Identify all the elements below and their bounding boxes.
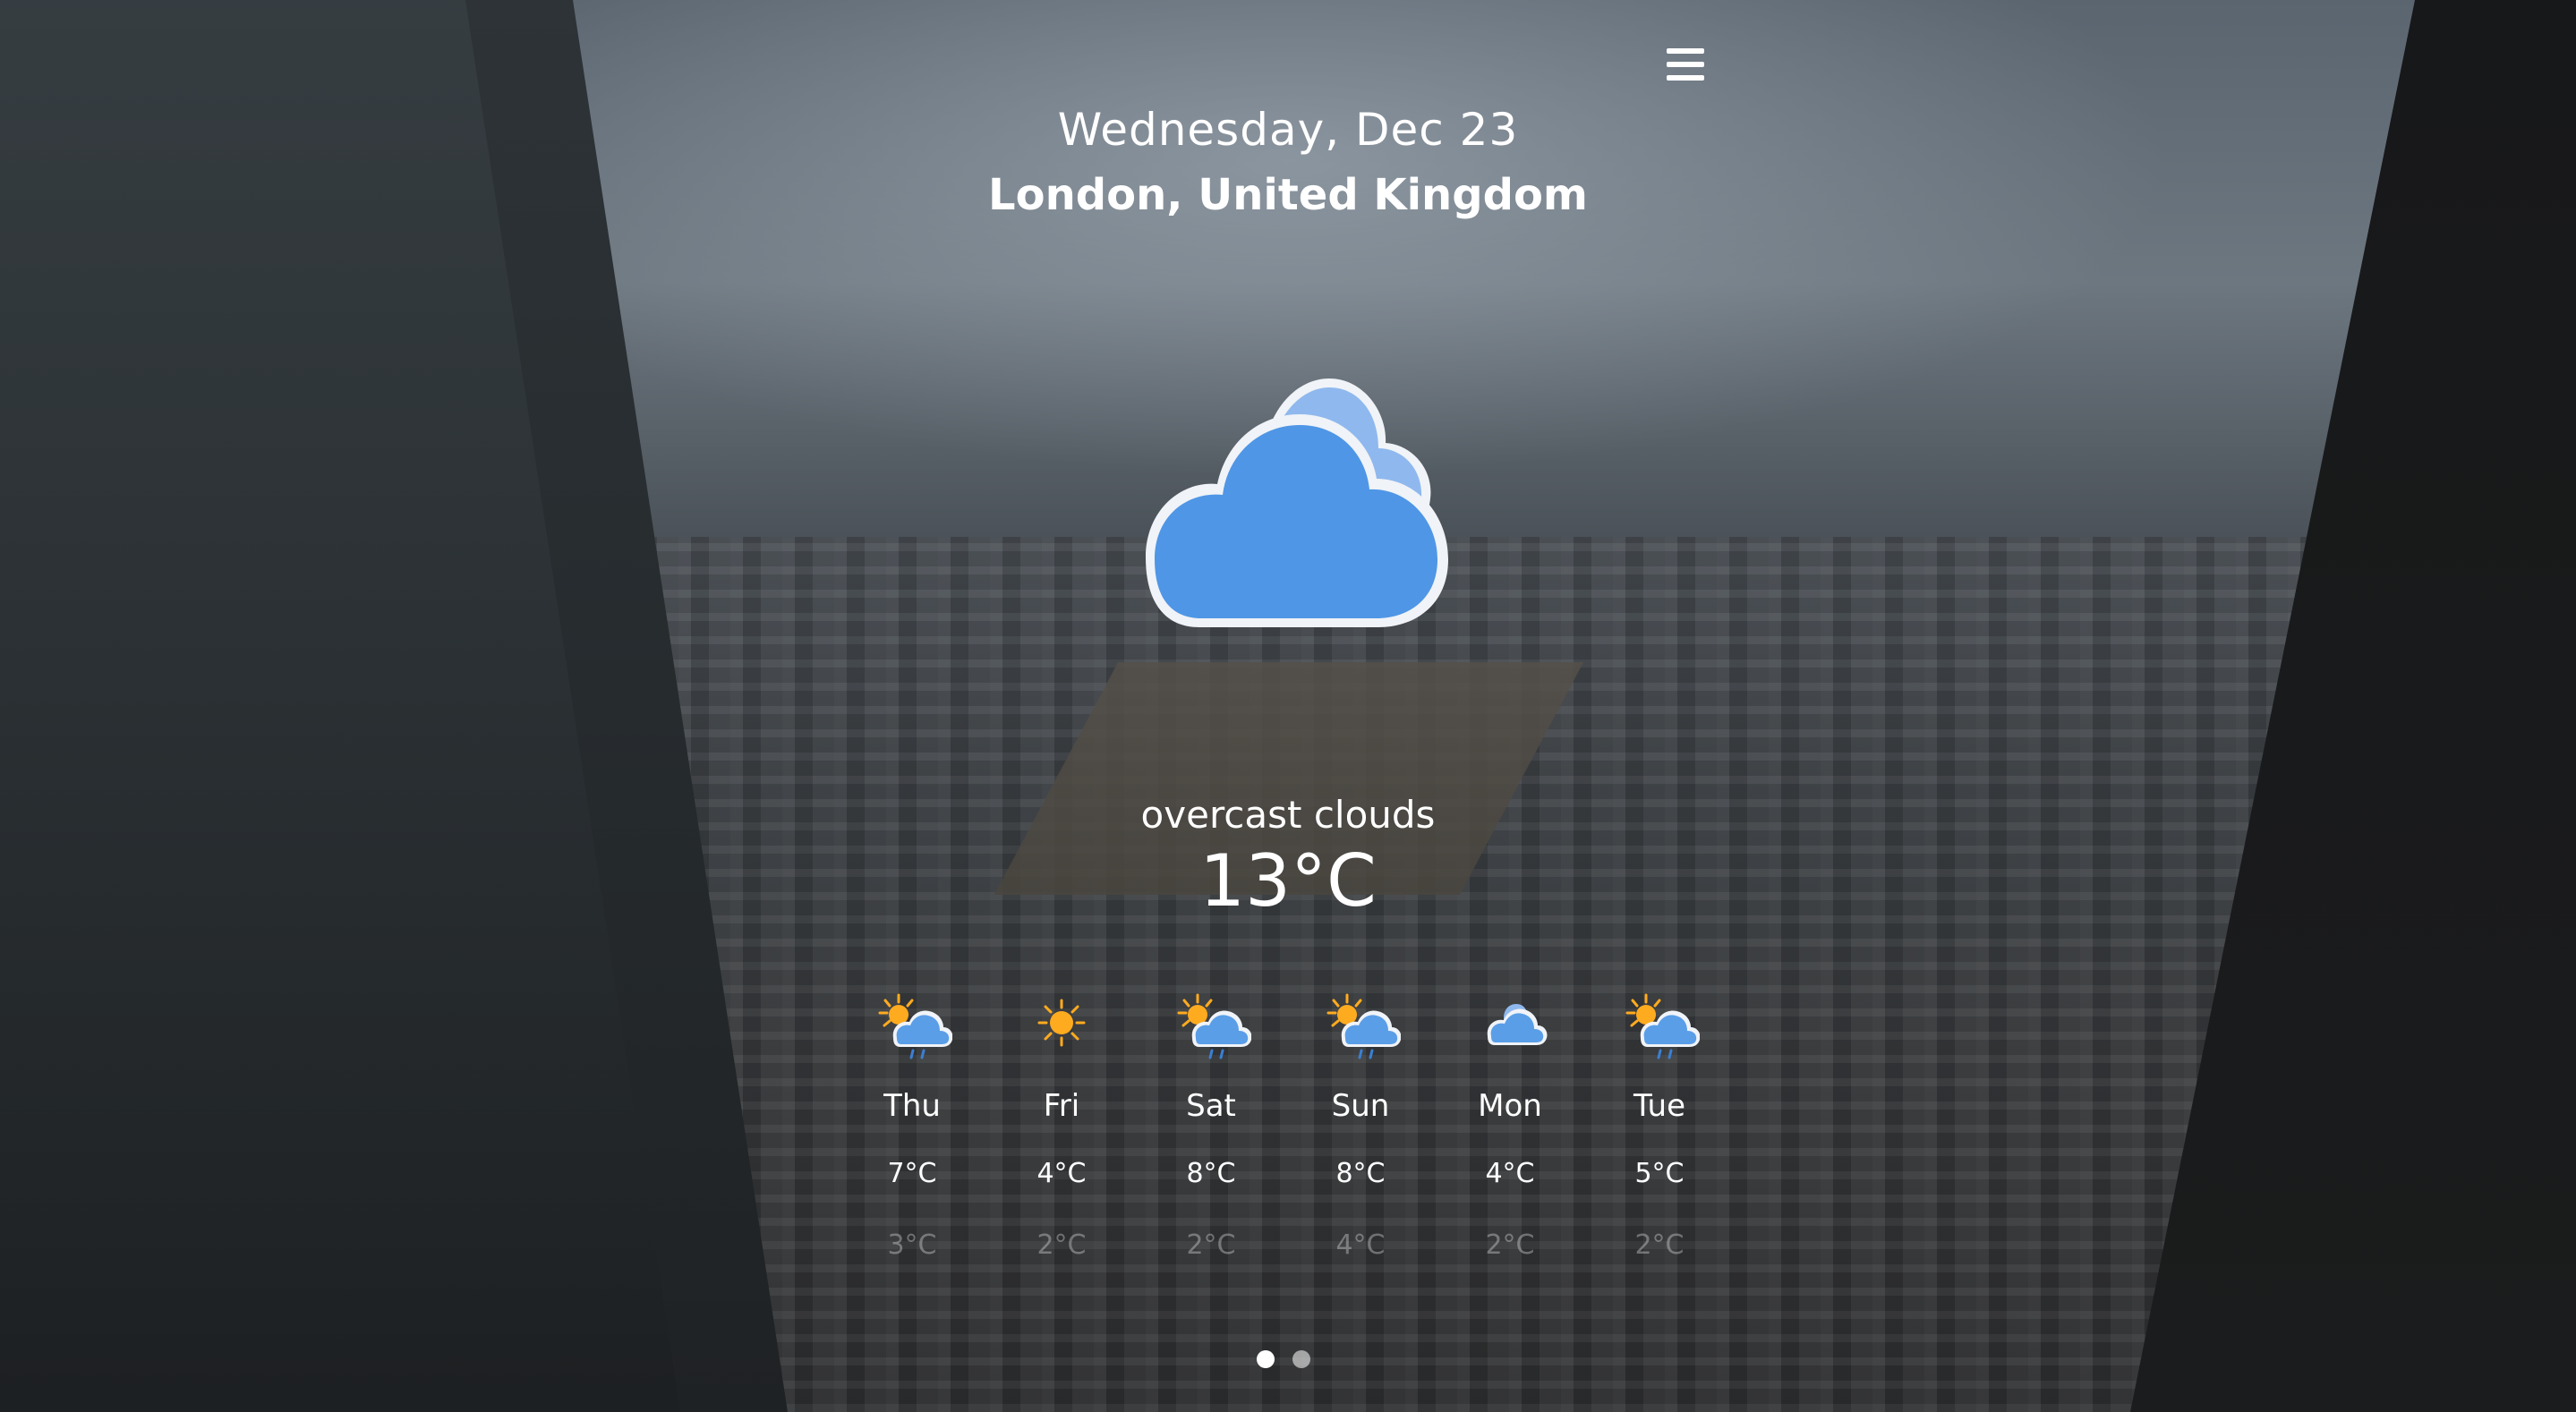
sun-cloud-rain-icon [1177, 993, 1251, 1059]
page-indicator [1257, 1350, 1319, 1370]
clouds-icon [1487, 1004, 1548, 1045]
forecast-max-temp: 8°C [1335, 1158, 1386, 1189]
forecast-max-temp: 5°C [1634, 1158, 1685, 1189]
forecast-day[interactable]: Fri 4°C 2°C [990, 991, 1133, 1269]
page-dot-1[interactable] [1257, 1350, 1275, 1368]
forecast-min-temp: 3°C [887, 1229, 937, 1261]
forecast-max-temp: 4°C [1036, 1158, 1087, 1189]
forecast-day-name: Sun [1331, 1088, 1390, 1124]
forecast-day-name: Sat [1186, 1088, 1236, 1124]
forecast-min-temp: 2°C [1036, 1229, 1087, 1261]
forecast-day[interactable]: Sun 8°C 4°C [1289, 991, 1432, 1269]
forecast-min-temp: 4°C [1335, 1229, 1386, 1261]
forecast-day[interactable]: Mon 4°C 2°C [1438, 991, 1582, 1269]
forecast-day-name: Tue [1633, 1088, 1686, 1124]
forecast-min-temp: 2°C [1485, 1229, 1535, 1261]
forecast-max-temp: 4°C [1485, 1158, 1535, 1189]
forecast-min-temp: 2°C [1634, 1229, 1685, 1261]
forecast-day-name: Fri [1043, 1088, 1080, 1124]
sun-cloud-rain-icon [878, 993, 952, 1059]
sun-cloud-rain-icon [1326, 993, 1401, 1059]
forecast-day-name: Thu [883, 1088, 941, 1124]
forecast-day[interactable]: Sat 8°C 2°C [1139, 991, 1283, 1269]
sun-icon [1037, 999, 1086, 1047]
forecast-min-temp: 2°C [1186, 1229, 1236, 1261]
forecast-day-name: Mon [1478, 1088, 1542, 1124]
forecast-max-temp: 8°C [1186, 1158, 1236, 1189]
sun-cloud-rain-icon [1625, 993, 1700, 1059]
forecast-max-temp: 7°C [887, 1158, 937, 1189]
forecast-strip: Thu 7°C 3°C Fri 4°C 2°C Sat 8°C 2°C Sun … [0, 0, 2576, 1412]
forecast-day[interactable]: Tue 5°C 2°C [1588, 991, 1731, 1269]
page-dot-2[interactable] [1292, 1350, 1310, 1368]
forecast-day[interactable]: Thu 7°C 3°C [840, 991, 984, 1269]
